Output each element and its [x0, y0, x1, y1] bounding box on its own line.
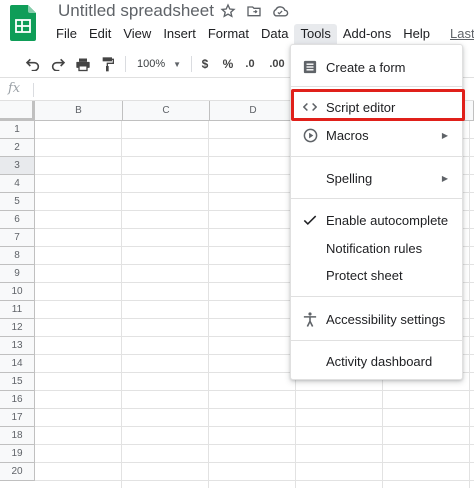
paint-format-icon[interactable]: [97, 54, 119, 74]
menu-item-label: Create a form: [326, 59, 406, 75]
row-header[interactable]: 18: [0, 427, 35, 445]
move-to-folder-icon[interactable]: [245, 2, 263, 20]
row-header[interactable]: 2: [0, 139, 35, 157]
submenu-arrow-icon: ▶: [441, 173, 448, 183]
row-header[interactable]: 13: [0, 337, 35, 355]
menu-edit[interactable]: Edit: [83, 24, 117, 44]
fx-icon: fx: [8, 81, 21, 96]
row-header[interactable]: 15: [0, 373, 35, 391]
menu-file[interactable]: File: [50, 24, 83, 44]
row-header[interactable]: 11: [0, 301, 35, 319]
menu-item-label: Accessibility settings: [326, 311, 446, 327]
row-header[interactable]: 19: [0, 445, 35, 463]
row-header[interactable]: 7: [0, 229, 35, 247]
row-header[interactable]: 16: [0, 391, 35, 409]
form-icon: [302, 59, 318, 75]
menu-item-label: Spelling: [326, 170, 373, 186]
row-header[interactable]: 10: [0, 283, 35, 301]
row-header[interactable]: 20: [0, 463, 35, 481]
cloud-status-icon[interactable]: [271, 2, 289, 20]
menu-data[interactable]: Data: [255, 24, 294, 44]
row-header[interactable]: 12: [0, 319, 35, 337]
row-header[interactable]: 1: [0, 121, 35, 139]
format-currency-button[interactable]: $: [197, 54, 213, 74]
row-header[interactable]: 3: [0, 157, 35, 175]
menu-item-label: Macros: [326, 127, 369, 143]
row-header[interactable]: 6: [0, 211, 35, 229]
select-all-corner[interactable]: [0, 101, 35, 121]
menu-item-macros[interactable]: Macros ▶: [291, 122, 462, 148]
increase-decimal-button[interactable]: .00: [266, 54, 288, 74]
menu-format[interactable]: Format: [202, 24, 255, 44]
zoom-select[interactable]: 100% ▼: [133, 54, 185, 74]
print-icon[interactable]: [72, 54, 94, 74]
menu-item-label: Enable autocomplete: [326, 212, 449, 228]
redo-icon[interactable]: [47, 54, 69, 74]
check-icon: [302, 212, 318, 228]
menu-item-label: Protect sheet: [326, 267, 403, 283]
menu-item-label: Notification rules: [326, 240, 423, 256]
undo-icon[interactable]: [22, 54, 44, 74]
menu-item-notification-rules[interactable]: Notification rules: [291, 235, 462, 261]
sheets-logo-icon[interactable]: [10, 5, 36, 41]
decrease-decimal-button[interactable]: .0: [241, 54, 259, 74]
row-header[interactable]: 9: [0, 265, 35, 283]
column-header-b[interactable]: B: [35, 101, 123, 121]
menu-item-create-form[interactable]: Create a form: [291, 54, 462, 80]
menu-item-protect-sheet[interactable]: Protect sheet: [291, 262, 462, 288]
menu-item-spelling[interactable]: Spelling ▶: [291, 165, 462, 191]
menu-help[interactable]: Help: [397, 24, 436, 44]
format-percent-button[interactable]: %: [220, 54, 236, 74]
menu-view[interactable]: View: [117, 24, 157, 44]
row-header[interactable]: 5: [0, 193, 35, 211]
star-icon[interactable]: [219, 2, 237, 20]
zoom-value: 100%: [136, 58, 166, 70]
caret-down-icon: ▼: [173, 59, 182, 69]
row-header[interactable]: 17: [0, 409, 35, 427]
play-circle-icon: [302, 127, 318, 143]
column-header-d[interactable]: D: [210, 101, 297, 121]
script-editor-highlight: [291, 89, 465, 121]
menu-add-ons[interactable]: Add-ons: [337, 24, 397, 44]
menu-bar: File Edit View Insert Format Data Tools …: [50, 24, 474, 44]
submenu-arrow-icon: ▶: [441, 130, 448, 140]
column-header-c[interactable]: C: [123, 101, 210, 121]
menu-item-enable-autocomplete[interactable]: Enable autocomplete: [291, 207, 462, 233]
document-title[interactable]: Untitled spreadsheet: [58, 1, 214, 21]
menu-item-activity-dashboard[interactable]: Activity dashboard: [291, 348, 462, 374]
row-header[interactable]: 4: [0, 175, 35, 193]
menu-tools[interactable]: Tools: [294, 24, 337, 44]
last-edit-link[interactable]: Last e: [436, 24, 474, 44]
menu-item-label: Activity dashboard: [326, 353, 433, 369]
menu-item-accessibility-settings[interactable]: Accessibility settings: [291, 306, 462, 332]
row-header[interactable]: 14: [0, 355, 35, 373]
row-header[interactable]: 8: [0, 247, 35, 265]
accessibility-icon: [302, 311, 318, 327]
menu-insert[interactable]: Insert: [157, 24, 202, 44]
